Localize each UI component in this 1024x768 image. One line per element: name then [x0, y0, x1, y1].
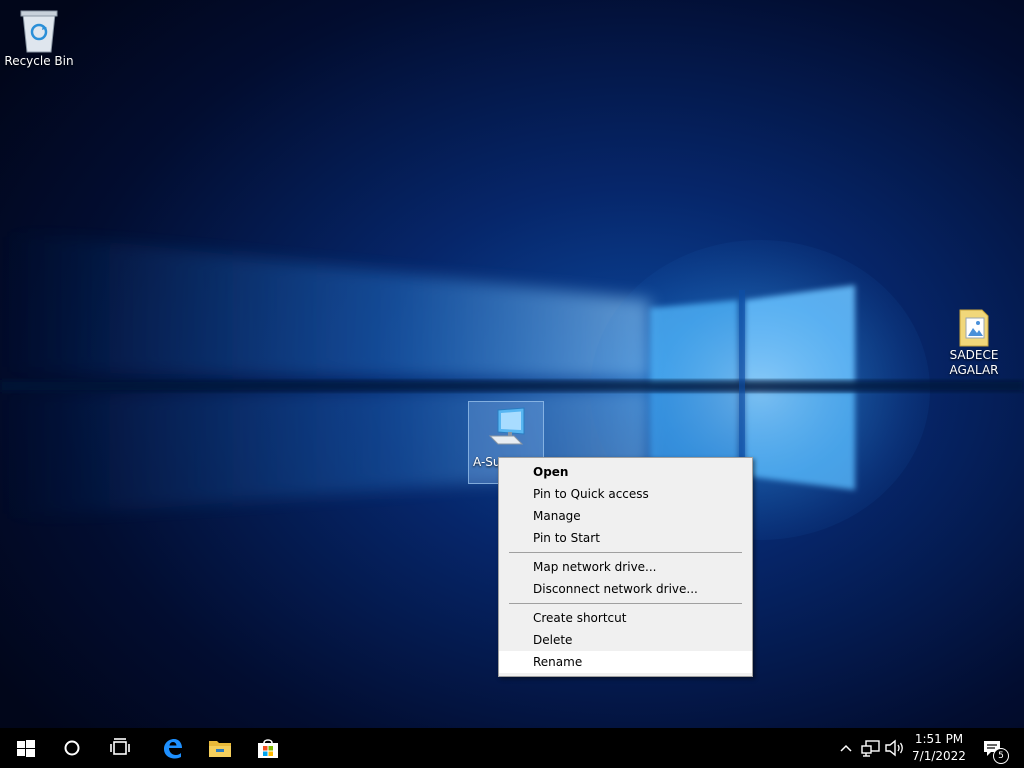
notification-count-badge: 5 — [993, 748, 1009, 764]
menu-item-manage[interactable]: Manage — [499, 505, 752, 527]
file-explorer-icon — [209, 741, 231, 757]
folder-icon — [959, 309, 989, 347]
start-button[interactable] — [0, 728, 48, 768]
desktop-icon-folder[interactable]: SADECE AGALAR — [935, 306, 1013, 378]
menu-item-open[interactable]: Open — [499, 461, 752, 483]
desktop-icon-recycle-bin[interactable]: Recycle Bin — [0, 8, 78, 69]
menu-item-map-network-drive[interactable]: Map network drive... — [499, 556, 752, 578]
taskbar: 1:51 PM 7/1/2022 5 — [0, 728, 1024, 768]
windows-start-icon — [17, 740, 35, 757]
network-icon[interactable] — [861, 738, 881, 758]
desktop-icon-label: SADECE AGALAR — [949, 348, 999, 377]
task-view-button[interactable] — [96, 728, 144, 768]
menu-item-disconnect-network-drive[interactable]: Disconnect network drive... — [499, 578, 752, 600]
desktop-icon-label: Recycle Bin — [4, 54, 74, 68]
recycle-bin-icon — [20, 10, 58, 53]
tray-clock[interactable]: 1:51 PM 7/1/2022 — [908, 731, 970, 765]
menu-separator — [509, 603, 742, 604]
task-view-icon — [110, 738, 130, 755]
clock-date: 7/1/2022 — [912, 749, 966, 763]
taskbar-app-edge[interactable] — [148, 728, 196, 768]
menu-item-pin-to-quick-access[interactable]: Pin to Quick access — [499, 483, 752, 505]
microsoft-store-icon — [258, 739, 278, 758]
menu-item-pin-to-start[interactable]: Pin to Start — [499, 527, 752, 549]
search-button[interactable] — [48, 728, 96, 768]
menu-item-rename[interactable]: Rename — [499, 651, 752, 673]
desktop-icon-label: A-Su — [473, 455, 501, 469]
context-menu: Open Pin to Quick access Manage Pin to S… — [498, 457, 753, 677]
taskbar-app-store[interactable] — [244, 728, 292, 768]
computer-icon — [488, 407, 525, 445]
menu-item-delete[interactable]: Delete — [499, 629, 752, 651]
speaker-volume-icon[interactable] — [884, 738, 906, 758]
chevron-up-icon[interactable] — [838, 738, 854, 758]
search-circle-icon — [64, 740, 80, 756]
edge-browser-icon — [164, 739, 182, 759]
menu-item-create-shortcut[interactable]: Create shortcut — [499, 607, 752, 629]
clock-time: 1:51 PM — [914, 732, 964, 746]
menu-separator — [509, 552, 742, 553]
desktop[interactable]: Recycle Bin SADECE AGALAR A-Su Open Pin … — [0, 0, 1024, 728]
taskbar-app-file-explorer[interactable] — [196, 728, 244, 768]
